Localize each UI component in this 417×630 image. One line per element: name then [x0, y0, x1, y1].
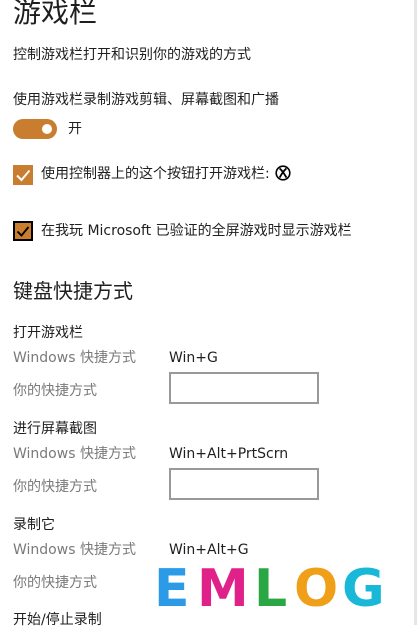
watermark-letter: M [197, 559, 249, 619]
record-toggle-state: 开 [68, 121, 82, 137]
windows-shortcut-label: Windows 快捷方式 [13, 542, 136, 558]
windows-shortcut-value: Win+G [169, 350, 218, 366]
your-shortcut-label: 你的快捷方式 [13, 575, 97, 591]
controller-button-label: 使用控制器上的这个按钮打开游戏栏: [41, 166, 270, 182]
record-toggle-caption: 使用游戏栏录制游戏剪辑、屏幕截图和广播 [13, 92, 279, 108]
fullscreen-gamebar-label: 在我玩 Microsoft 已验证的全屏游戏时显示游戏栏 [41, 223, 352, 239]
your-shortcut-label: 你的快捷方式 [13, 383, 97, 399]
fullscreen-gamebar-checkbox[interactable] [13, 221, 33, 241]
windows-shortcut-label: Windows 快捷方式 [13, 446, 136, 462]
watermark-letter: E [154, 559, 190, 619]
windows-shortcut-value: Win+Alt+PrtScrn [169, 446, 289, 462]
shortcut-title-screenshot: 进行屏幕截图 [13, 421, 97, 437]
watermark-letter: O [294, 559, 339, 619]
watermark-letter: G [342, 559, 385, 619]
windows-shortcut-label: Windows 快捷方式 [13, 350, 136, 366]
toggle-knob [42, 124, 52, 134]
shortcut-input-screenshot[interactable] [169, 468, 319, 500]
record-toggle-switch[interactable] [13, 119, 57, 139]
watermark-letter: L [254, 559, 288, 619]
checkmark-icon [16, 169, 31, 182]
page-description: 控制游戏栏打开和识别你的游戏的方式 [13, 47, 251, 63]
shortcut-title-record-that: 录制它 [13, 517, 55, 533]
your-shortcut-label: 你的快捷方式 [13, 479, 97, 495]
shortcut-title-open-gamebar: 打开游戏栏 [13, 325, 83, 341]
shortcut-input-open-gamebar[interactable] [169, 372, 319, 404]
emlog-watermark-logo: E M L O G [127, 555, 417, 625]
checkmark-icon [16, 226, 30, 237]
xbox-icon [275, 165, 291, 181]
shortcut-title-start-stop-recording: 开始/停止录制 [13, 612, 102, 628]
keyboard-shortcuts-heading: 键盘快捷方式 [13, 279, 133, 303]
page-title: 游戏栏 [13, 0, 98, 29]
controller-button-row: 使用控制器上的这个按钮打开游戏栏: [41, 164, 291, 184]
controller-button-checkbox[interactable] [13, 165, 33, 185]
